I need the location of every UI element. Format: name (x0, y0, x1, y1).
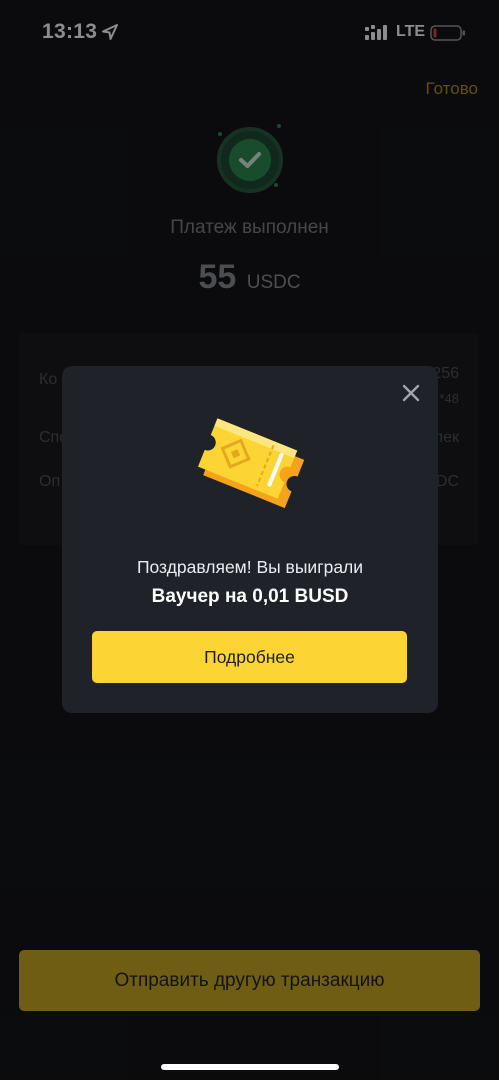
home-indicator (161, 1064, 339, 1070)
congrats-text: Поздравляем! Вы выиграли (136, 557, 364, 577)
send-another-transaction-button[interactable]: Отправить другую транзакцию (19, 950, 480, 1011)
close-icon[interactable] (400, 382, 422, 404)
more-details-button[interactable]: Подробнее (92, 631, 407, 683)
voucher-reward-modal: Поздравляем! Вы выиграли Ваучер на 0,01 … (62, 366, 438, 713)
voucher-ticket-icon (198, 418, 305, 509)
prize-text: Ваучер на 0,01 BUSD (151, 586, 349, 607)
